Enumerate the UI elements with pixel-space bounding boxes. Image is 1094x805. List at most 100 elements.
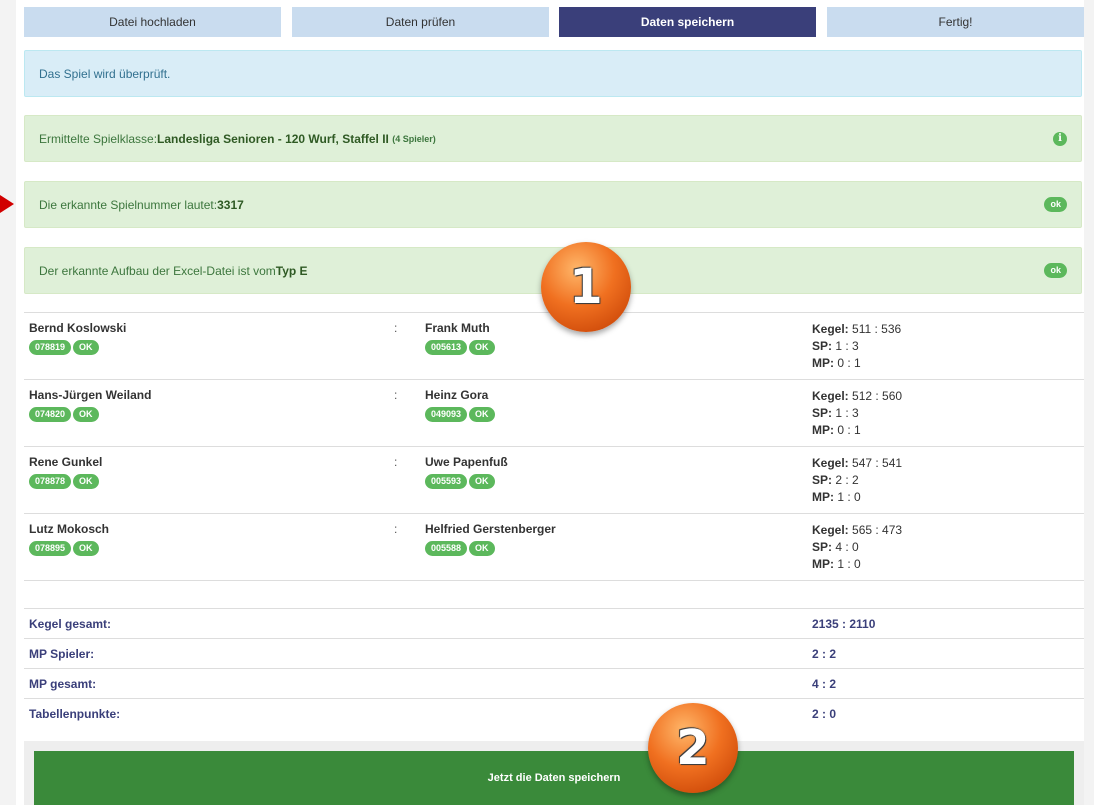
summary-value: 2135 : 2110 — [812, 617, 876, 631]
red-arrow-pointer-icon — [0, 195, 14, 213]
summary-value: 4 : 2 — [812, 677, 837, 691]
ok-badge: OK — [73, 474, 99, 489]
kegel-value: 547 : 541 — [852, 456, 903, 470]
table-row: Hans-Jürgen Weiland 074820 OK : Heinz Gor… — [24, 379, 1084, 446]
player-id-badge: 074820 — [29, 407, 72, 422]
sp-label: SP: — [812, 406, 833, 420]
player-id-badge: 049093 — [425, 407, 468, 422]
summary-label: MP gesamt: — [29, 677, 97, 691]
mp-value: 1 : 0 — [837, 557, 861, 571]
player-id-badge: 078819 — [29, 340, 72, 355]
mp-label: MP: — [812, 557, 834, 571]
kegel-label: Kegel: — [812, 389, 849, 403]
table-row: Lutz Mokosch 078895 OK : Helfried Gersten… — [24, 513, 1084, 581]
game-stats: Kegel: 547 : 541 SP: 2 : 2 MP: 1 : 0 — [812, 455, 902, 506]
away-player-badges: 005613 OK — [425, 339, 497, 355]
type-label: Der erkannte Aufbau der Excel-Datei ist … — [39, 263, 276, 278]
player-id-badge: 078895 — [29, 541, 72, 556]
away-player-name: Helfried Gerstenberger — [425, 522, 556, 536]
right-gutter — [1084, 0, 1094, 805]
ok-badge: OK — [469, 407, 495, 422]
step-upload[interactable]: Datei hochladen — [24, 7, 281, 37]
summary-value: 2 : 0 — [812, 707, 837, 721]
sp-value: 2 : 2 — [835, 473, 859, 487]
home-player-badges: 078895 OK — [29, 540, 101, 556]
home-player-name: Hans-Jürgen Weiland — [29, 388, 152, 402]
number-value: 3317 — [217, 197, 244, 212]
player-id-badge: 005593 — [425, 474, 468, 489]
ok-badge: OK — [73, 407, 99, 422]
kegel-value: 565 : 473 — [852, 523, 903, 537]
sp-label: SP: — [812, 540, 833, 554]
checking-text: Das Spiel wird überprüft. — [39, 66, 171, 81]
vs-separator: : — [394, 388, 398, 402]
summary-label: MP Spieler: — [29, 647, 95, 661]
info-icon: i — [1053, 131, 1067, 146]
home-player-name: Bernd Koslowski — [29, 321, 127, 335]
class-label: Ermittelte Spielklasse: — [39, 131, 158, 146]
class-alert: Ermittelte Spielklasse: Landesliga Senio… — [24, 115, 1082, 162]
player-id-badge: 078878 — [29, 474, 72, 489]
annotation-marker-2: 2 — [648, 703, 738, 793]
summary-label: Kegel gesamt: — [29, 617, 112, 631]
game-stats: Kegel: 512 : 560 SP: 1 : 3 MP: 0 : 1 — [812, 388, 902, 439]
table-row: Rene Gunkel 078878 OK : Uwe Papenfuß 0055… — [24, 446, 1084, 513]
mp-label: MP: — [812, 356, 834, 370]
away-player-name: Heinz Gora — [425, 388, 489, 402]
number-alert: Die erkannte Spielnummer lautet: 3317 ok — [24, 181, 1082, 228]
sp-value: 1 : 3 — [835, 406, 859, 420]
away-player-badges: 005593 OK — [425, 473, 497, 489]
type-ok-badge: ok — [1044, 263, 1067, 278]
summary-row: Kegel gesamt: 2135 : 2110 — [24, 608, 1084, 638]
save-panel: Jetzt die Daten speichern — [24, 741, 1084, 805]
mp-value: 1 : 0 — [837, 490, 861, 504]
wizard-steps: Datei hochladen Daten prüfen Daten speic… — [24, 7, 1084, 37]
ok-badge: OK — [469, 340, 495, 355]
mp-value: 0 : 1 — [837, 356, 861, 370]
kegel-label: Kegel: — [812, 523, 849, 537]
step-done[interactable]: Fertig! — [827, 7, 1084, 37]
type-value: Typ E — [275, 263, 308, 278]
summary-label: Tabellenpunkte: — [29, 707, 121, 721]
games-table: Bernd Koslowski 078819 OK : Frank Muth 00… — [24, 312, 1084, 581]
save-data-button[interactable]: Jetzt die Daten speichern — [34, 751, 1074, 805]
player-id-badge: 005613 — [425, 340, 468, 355]
sp-label: SP: — [812, 339, 833, 353]
vs-separator: : — [394, 522, 398, 536]
left-gutter — [0, 0, 16, 805]
kegel-value: 512 : 560 — [852, 389, 903, 403]
ok-badge: OK — [469, 541, 495, 556]
ok-badge: OK — [73, 340, 99, 355]
sp-value: 4 : 0 — [835, 540, 859, 554]
number-label: Die erkannte Spielnummer lautet: — [39, 197, 218, 212]
number-ok-badge: ok — [1044, 197, 1067, 212]
step-check[interactable]: Daten prüfen — [292, 7, 549, 37]
home-player-name: Rene Gunkel — [29, 455, 103, 469]
mp-value: 0 : 1 — [837, 423, 861, 437]
kegel-label: Kegel: — [812, 322, 849, 336]
kegel-label: Kegel: — [812, 456, 849, 470]
home-player-badges: 078878 OK — [29, 473, 101, 489]
game-stats: Kegel: 565 : 473 SP: 4 : 0 MP: 1 : 0 — [812, 522, 902, 573]
sp-value: 1 : 3 — [835, 339, 859, 353]
class-player-count: (4 Spieler) — [392, 133, 436, 144]
checking-alert: Das Spiel wird überprüft. — [24, 50, 1082, 97]
home-player-name: Lutz Mokosch — [29, 522, 109, 536]
kegel-value: 511 : 536 — [852, 322, 902, 336]
away-player-badges: 005588 OK — [425, 540, 497, 556]
step-save[interactable]: Daten speichern — [559, 7, 816, 37]
class-value: Landesliga Senioren - 120 Wurf, Staffel … — [157, 131, 389, 146]
vs-separator: : — [394, 455, 398, 469]
summary-row: MP gesamt: 4 : 2 — [24, 668, 1084, 698]
summary-value: 2 : 2 — [812, 647, 837, 661]
vs-separator: : — [394, 321, 398, 335]
sp-label: SP: — [812, 473, 833, 487]
summary-row: MP Spieler: 2 : 2 — [24, 638, 1084, 668]
away-player-name: Uwe Papenfuß — [425, 455, 508, 469]
mp-label: MP: — [812, 423, 834, 437]
player-id-badge: 005588 — [425, 541, 468, 556]
summary-row: Tabellenpunkte: 2 : 0 — [24, 698, 1084, 728]
mp-label: MP: — [812, 490, 834, 504]
ok-badge: OK — [469, 474, 495, 489]
summary-table: Kegel gesamt: 2135 : 2110 MP Spieler: 2 … — [24, 608, 1084, 728]
